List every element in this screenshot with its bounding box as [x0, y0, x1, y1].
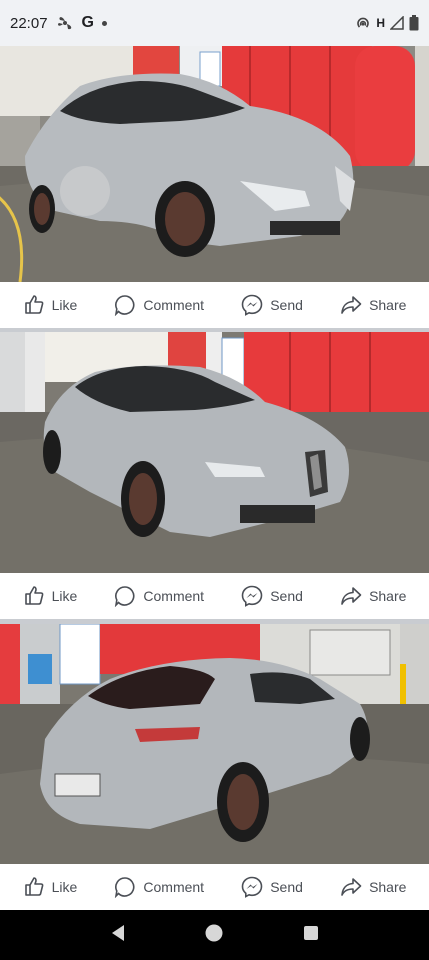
post-actions-3: Like Comment Send Share: [0, 864, 429, 910]
share-icon: [340, 585, 362, 607]
share-icon: [340, 876, 362, 898]
comment-button[interactable]: Comment: [108, 287, 210, 323]
like-button[interactable]: Like: [17, 578, 84, 614]
comment-icon: [114, 294, 136, 316]
messenger-icon: [241, 876, 263, 898]
share-button[interactable]: Share: [334, 578, 412, 614]
post-actions-2: Like Comment Send Share: [0, 573, 429, 619]
dot-icon: [102, 20, 107, 26]
hotspot-icon: [355, 15, 371, 31]
send-label: Send: [270, 879, 303, 895]
signal-icon: [390, 16, 404, 30]
share-label: Share: [369, 879, 407, 895]
post-photo-2[interactable]: [0, 332, 429, 573]
like-icon: [23, 876, 45, 898]
comment-label: Comment: [143, 879, 205, 895]
send-label: Send: [270, 588, 303, 604]
status-bar: 22:07 G H: [0, 0, 429, 46]
share-button[interactable]: Share: [334, 869, 412, 905]
like-icon: [23, 585, 45, 607]
send-label: Send: [270, 297, 303, 313]
comment-button[interactable]: Comment: [108, 578, 210, 614]
post-actions-1: Like Comment Send Share: [0, 282, 429, 328]
fan-icon: [56, 15, 74, 31]
share-label: Share: [369, 297, 407, 313]
send-button[interactable]: Send: [235, 578, 309, 614]
comment-label: Comment: [143, 297, 205, 313]
send-button[interactable]: Send: [235, 869, 309, 905]
comment-icon: [114, 585, 136, 607]
like-button[interactable]: Like: [17, 869, 84, 905]
comment-button[interactable]: Comment: [108, 869, 210, 905]
back-button[interactable]: [98, 915, 138, 955]
messenger-icon: [241, 294, 263, 316]
post-photo-3[interactable]: [0, 624, 429, 864]
clock: 22:07: [10, 14, 48, 32]
share-icon: [340, 294, 362, 316]
messenger-icon: [241, 585, 263, 607]
recents-icon: [303, 925, 319, 946]
post-photo-1[interactable]: [0, 46, 429, 282]
recents-button[interactable]: [291, 915, 331, 955]
share-button[interactable]: Share: [334, 287, 412, 323]
like-label: Like: [51, 297, 78, 313]
home-icon: [205, 924, 223, 947]
share-label: Share: [369, 588, 407, 604]
system-nav-bar: [0, 910, 429, 960]
like-button[interactable]: Like: [17, 287, 84, 323]
comment-icon: [114, 876, 136, 898]
back-icon: [110, 924, 126, 947]
like-icon: [23, 294, 45, 316]
comment-label: Comment: [143, 588, 205, 604]
g-icon: G: [81, 14, 94, 31]
home-button[interactable]: [194, 915, 234, 955]
like-label: Like: [51, 879, 78, 895]
like-label: Like: [51, 588, 78, 604]
send-button[interactable]: Send: [235, 287, 309, 323]
network-type-label: H: [376, 16, 385, 30]
battery-icon: [409, 15, 419, 31]
